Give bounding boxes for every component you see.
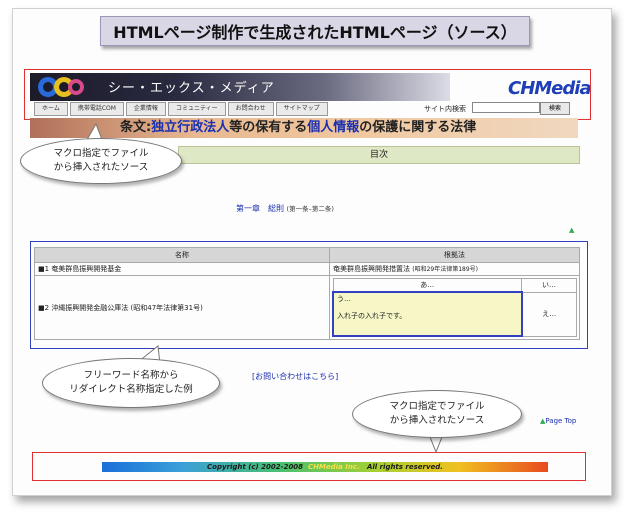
chapter-range: (第一条–第二条)	[286, 205, 334, 213]
header-include-outline	[24, 69, 591, 120]
chapter-title[interactable]: 第一章 総則	[236, 204, 284, 213]
callout-line: から挿入されたソース	[389, 415, 485, 426]
callout-line: マクロ指定でファイル	[53, 148, 149, 159]
table-row: ■1 奄美群島振興開発基金 奄美群島振興開発措置法 (昭和29年法律第189号)	[34, 262, 580, 276]
law-title-prefix: 条文:	[120, 120, 152, 135]
nested-table: あ… い… う… 入れ子の入れ子です。 え…	[332, 278, 577, 337]
callout-line: から挿入されたソース	[53, 162, 149, 173]
law-title-text-2: の保護に関する法律	[359, 120, 477, 135]
table-row: ■2 沖縄振興開発金融公庫法 (昭和47年法律第31号) あ… い… う… 入れ…	[34, 275, 580, 340]
nested-header-i: い…	[521, 278, 577, 293]
nested-inner-line1: う…	[337, 295, 351, 303]
up-arrow-icon[interactable]: ▲	[569, 226, 574, 234]
nested-header-a: あ…	[332, 278, 522, 293]
row-law-cell: あ… い… う… 入れ子の入れ子です。 え…	[329, 275, 580, 340]
row-law-note: (昭和29年法律第189号)	[412, 266, 479, 273]
nested-inner-cell: う… 入れ子の入れ子です。	[332, 291, 523, 337]
row-name-cell: ■1 奄美群島振興開発基金	[34, 262, 330, 276]
row-name: 奄美群島振興開発基金	[51, 265, 122, 273]
nested-cell-e: え…	[521, 291, 577, 337]
page-top-link[interactable]: ▲Page Top	[540, 417, 576, 425]
footer-include-outline	[32, 452, 586, 481]
chapter-link[interactable]: 第一章 総則 (第一条–第二条)	[236, 203, 334, 214]
page-top-label[interactable]: Page Top	[545, 417, 576, 425]
law-title-link-agency[interactable]: 独立行政法人	[151, 120, 229, 135]
row-name: 沖縄振興開発金融公庫法 (昭和47年法律第31号)	[51, 303, 203, 312]
row-law: 奄美群島振興開発措置法	[333, 265, 410, 273]
row-name-cell: ■2 沖縄振興開発金融公庫法 (昭和47年法律第31号)	[34, 275, 330, 340]
toc-heading: 目次	[178, 146, 580, 164]
row-marker: ■2	[38, 303, 50, 312]
law-title-text-1: 等の保有する	[229, 120, 308, 135]
callout-macro-top: マクロ指定でファイル から挿入されたソース	[20, 138, 182, 184]
row-law-cell: 奄美群島振興開発措置法 (昭和29年法律第189号)	[329, 262, 580, 276]
nested-inner-line2: 入れ子の入れ子です。	[337, 312, 407, 320]
law-title-link-personal-info[interactable]: 個人情報	[307, 120, 359, 135]
callout-line: フリーワード名称から	[83, 370, 179, 381]
row-marker: ■1	[38, 265, 50, 273]
contact-link[interactable]: [お問い合わせはこちら]	[252, 371, 338, 382]
page-title: HTMLページ制作で生成されたHTMLページ（ソース）	[100, 16, 530, 46]
col-header-law: 根拠法	[329, 247, 580, 263]
law-title-bar: 条文:独立行政法人等の保有する個人情報の保護に関する法律	[30, 118, 578, 138]
callout-line: マクロ指定でファイル	[389, 401, 485, 412]
callout-macro-bottom: マクロ指定でファイル から挿入されたソース	[352, 390, 522, 438]
col-header-name: 名称	[34, 247, 330, 263]
callout-freeword: フリーワード名称からリダイレクト名称指定した例	[42, 358, 220, 408]
callout-line: リダイレクト名称指定した例	[69, 384, 193, 395]
law-table: 名称 根拠法 ■1 奄美群島振興開発基金 奄美群島振興開発措置法 (昭和29年法…	[34, 247, 580, 340]
